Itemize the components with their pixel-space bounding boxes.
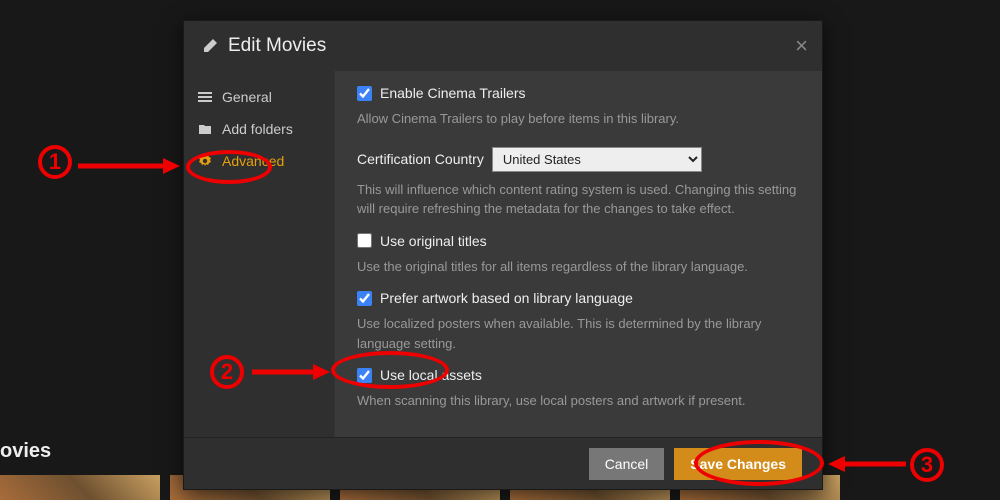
setting-label: Enable Cinema Trailers	[380, 85, 526, 101]
setting-label: Prefer artwork based on library language	[380, 290, 633, 306]
setting-help: Allow Cinema Trailers to play before ite…	[357, 109, 800, 129]
sidebar: General Add folders Advanced	[184, 71, 334, 437]
setting-label: Certification Country	[357, 151, 484, 167]
setting-label: Use original titles	[380, 233, 487, 249]
setting-help: When scanning this library, use local po…	[357, 391, 800, 411]
setting-original-titles: Use original titles	[357, 233, 800, 249]
annotation-arrow-3	[828, 454, 906, 474]
sidebar-item-advanced[interactable]: Advanced	[184, 145, 334, 177]
enable-trailers-checkbox[interactable]	[357, 86, 372, 101]
setting-local-assets: Use local assets	[357, 367, 800, 383]
annotation-number-1: 1	[38, 145, 72, 179]
sidebar-item-label: General	[222, 89, 272, 105]
setting-help: This will influence which content rating…	[357, 180, 800, 219]
cert-country-select[interactable]: United States	[492, 147, 702, 172]
close-button[interactable]: ×	[795, 33, 808, 59]
page-section-title: ovies	[0, 440, 51, 463]
annotation-number-3: 3	[910, 448, 944, 482]
modal-footer: Cancel Save Changes	[184, 437, 822, 489]
sidebar-item-general[interactable]: General	[184, 81, 334, 113]
menu-icon	[198, 90, 212, 104]
prefer-artwork-checkbox[interactable]	[357, 291, 372, 306]
setting-help: Use the original titles for all items re…	[357, 257, 800, 277]
setting-label: Use local assets	[380, 367, 482, 383]
original-titles-checkbox[interactable]	[357, 233, 372, 248]
settings-panel[interactable]: Enable Cinema Trailers Allow Cinema Trai…	[334, 71, 822, 437]
local-assets-checkbox[interactable]	[357, 368, 372, 383]
save-button[interactable]: Save Changes	[674, 448, 802, 480]
cancel-button[interactable]: Cancel	[589, 448, 665, 480]
thumb[interactable]	[0, 475, 160, 500]
edit-movies-modal: Edit Movies × General Add folders Advanc…	[183, 20, 823, 490]
setting-help: Use localized posters when available. Th…	[357, 314, 800, 353]
modal-header: Edit Movies ×	[184, 21, 822, 71]
pencil-icon	[202, 38, 218, 54]
setting-cert-country: Certification Country United States	[357, 147, 800, 172]
modal-title: Edit Movies	[228, 35, 326, 57]
gear-icon	[198, 154, 212, 168]
sidebar-item-label: Add folders	[222, 121, 293, 137]
sidebar-item-label: Advanced	[222, 153, 284, 169]
folder-icon	[198, 122, 212, 136]
sidebar-item-add-folders[interactable]: Add folders	[184, 113, 334, 145]
setting-prefer-artwork: Prefer artwork based on library language	[357, 290, 800, 306]
setting-enable-trailers: Enable Cinema Trailers	[357, 85, 800, 101]
annotation-arrow-1	[78, 156, 180, 176]
